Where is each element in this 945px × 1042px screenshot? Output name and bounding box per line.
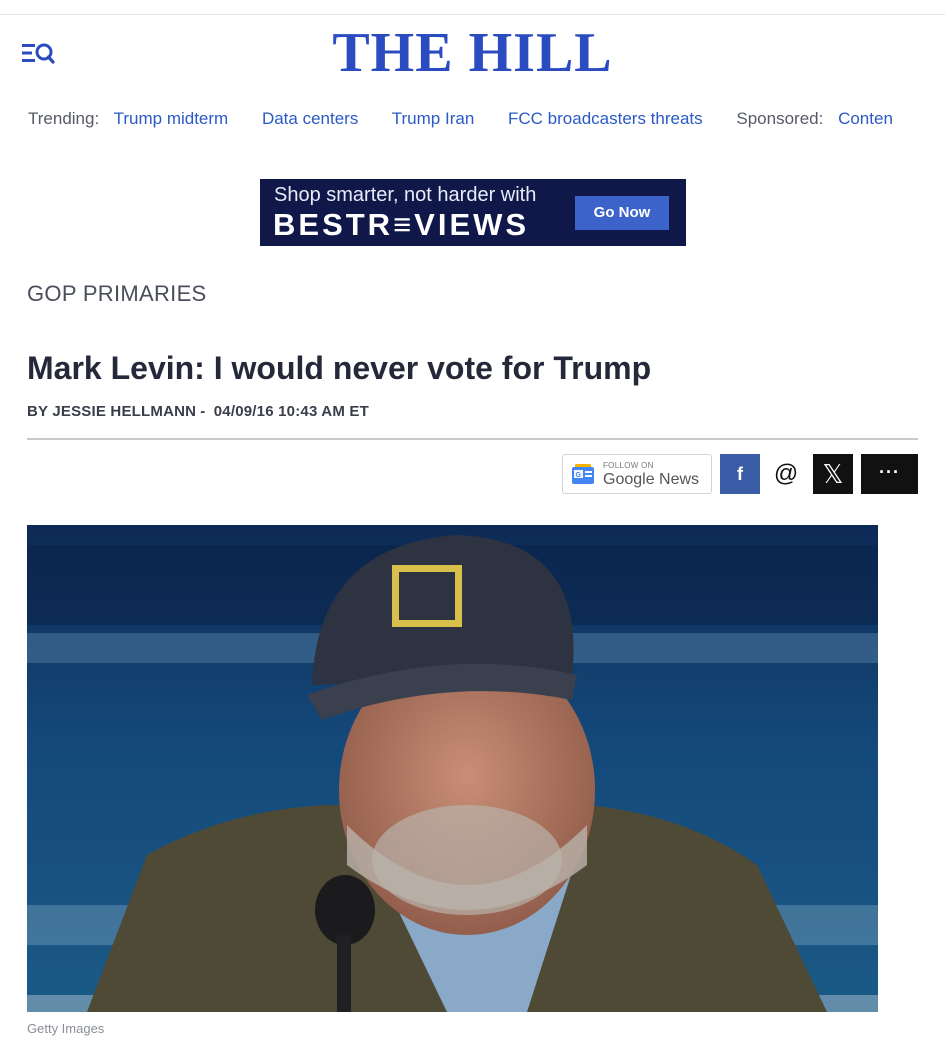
trending-link-fcc[interactable]: FCC broadcasters threats <box>508 109 703 128</box>
byline-separator: - <box>200 403 206 420</box>
article-headline: Mark Levin: I would never vote for Trump <box>27 350 652 386</box>
trending-label: Trending: <box>28 109 100 128</box>
sponsored-label: Sponsored: <box>736 109 824 128</box>
facebook-share-icon[interactable]: f <box>720 454 760 494</box>
trending-bar: Trending: Trump midterm Data centers Tru… <box>28 109 945 131</box>
headline-divider <box>27 438 918 440</box>
article-photo[interactable] <box>27 525 878 1012</box>
section-label[interactable]: GOP PRIMARIES <box>27 281 207 307</box>
ad-brand: BESTR≡VIEWS <box>273 207 530 242</box>
threads-share-icon[interactable]: @ <box>766 454 806 494</box>
x-share-icon[interactable]: 𝕏 <box>813 454 853 494</box>
byline: BY JESSIE HELLMANN - 04/09/16 10:43 AM ET <box>27 403 373 420</box>
top-divider <box>0 14 945 15</box>
google-news-text: Google News <box>603 471 700 488</box>
svg-text:G: G <box>576 472 582 479</box>
trending-link-trump-midterm[interactable]: Trump midterm <box>114 109 229 128</box>
google-news-follow-button[interactable]: G FOLLOW ON Google News <box>562 454 712 494</box>
trending-link-data-centers[interactable]: Data centers <box>262 109 358 128</box>
byline-date: 04/09/16 10:43 AM ET <box>213 403 369 420</box>
google-news-follow-text: FOLLOW ON <box>603 461 654 470</box>
more-share-options-icon[interactable]: ··· <box>861 454 918 494</box>
site-logo[interactable]: THE HILL <box>0 22 945 84</box>
ad-tagline: Shop smarter, not harder with <box>274 184 537 206</box>
google-news-icon: G <box>572 464 594 484</box>
ad-go-now-button[interactable]: Go Now <box>575 196 669 230</box>
photo-credit: Getty Images <box>27 1021 105 1036</box>
sponsored-link[interactable]: Conten <box>838 109 893 128</box>
trending-link-trump-iran[interactable]: Trump Iran <box>392 109 475 128</box>
bestreviews-ad[interactable]: Shop smarter, not harder with BESTR≡VIEW… <box>260 179 686 246</box>
byline-author[interactable]: BY JESSIE HELLMANN <box>27 403 196 420</box>
